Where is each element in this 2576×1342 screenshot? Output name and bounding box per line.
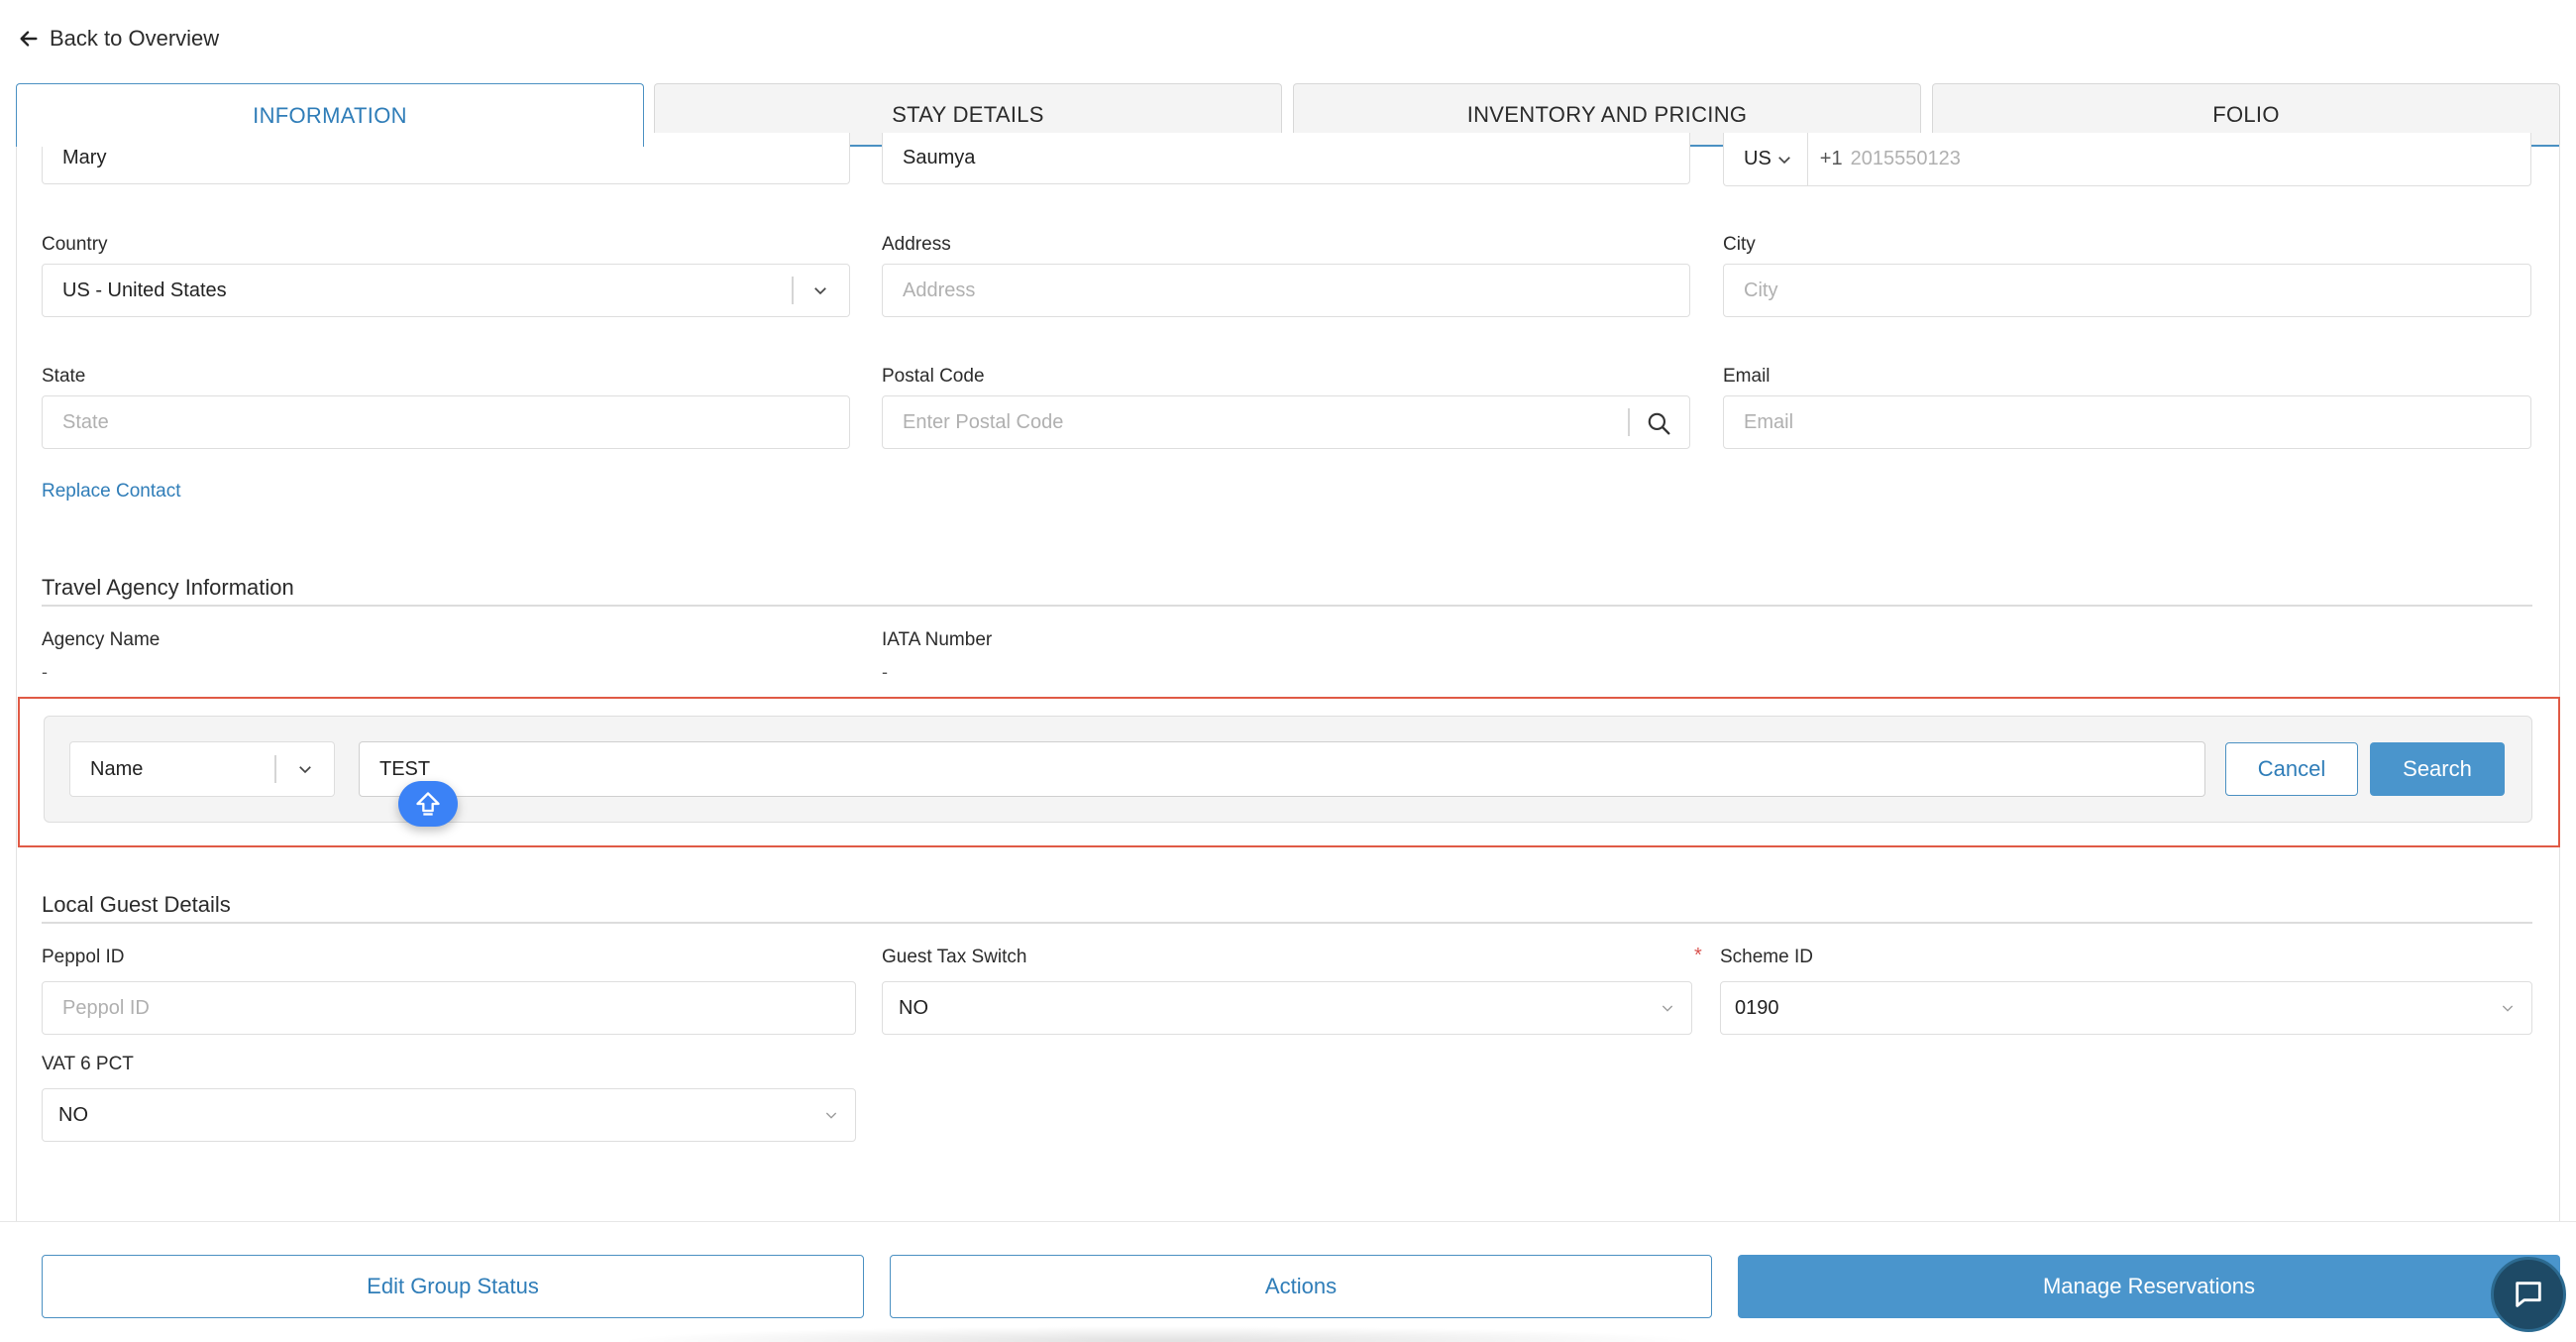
country-select[interactable]: US - United States (42, 264, 850, 317)
last-name-value: Saumya (903, 147, 976, 168)
phone-number-placeholder: 2015550123 (1850, 148, 1961, 169)
last-name-field[interactable]: Saumya (882, 133, 1690, 184)
state-label: State (42, 366, 86, 387)
manage-reservations-button[interactable]: Manage Reservations (1738, 1255, 2560, 1318)
address-label: Address (882, 234, 951, 255)
peppol-id-input[interactable]: Peppol ID (42, 981, 856, 1035)
input-divider (1628, 408, 1630, 436)
country-value: US - United States (62, 279, 227, 301)
first-name-value: Mary (62, 147, 107, 168)
local-guest-details-title: Local Guest Details (42, 892, 231, 917)
email-label: Email (1723, 366, 1771, 387)
email-input[interactable]: Email (1723, 395, 2531, 449)
guest-tax-switch-select[interactable]: NO (882, 981, 1692, 1035)
phone-country-code: US (1744, 148, 1771, 169)
city-input[interactable]: City (1723, 264, 2531, 317)
vat-6-pct-value: NO (58, 1103, 88, 1126)
agency-name-label: Agency Name (42, 629, 161, 650)
back-link-label: Back to Overview (50, 26, 220, 51)
scheme-id-select[interactable]: 0190 (1720, 981, 2532, 1035)
postal-code-placeholder: Enter Postal Code (903, 410, 1064, 433)
search-icon[interactable] (1646, 410, 1671, 436)
email-placeholder: Email (1744, 410, 1794, 433)
shift-key-badge[interactable] (398, 781, 458, 827)
edit-group-status-button[interactable]: Edit Group Status (42, 1255, 864, 1318)
guest-tax-switch-value: NO (899, 996, 928, 1019)
shift-arrow-icon (416, 792, 440, 816)
actions-button[interactable]: Actions (890, 1255, 1712, 1318)
scheme-id-label: Scheme ID (1720, 947, 1813, 967)
country-label: Country (42, 234, 108, 255)
search-button[interactable]: Search (2370, 742, 2505, 796)
chevron-down-icon (814, 287, 826, 295)
chat-icon (2516, 1282, 2541, 1307)
iata-number-label: IATA Number (882, 629, 993, 650)
city-label: City (1723, 234, 1756, 255)
iata-number-value: - (882, 662, 888, 682)
chevron-down-icon (1662, 1005, 1673, 1012)
vat-6-pct-select[interactable]: NO (42, 1088, 856, 1142)
agency-search-input[interactable]: TEST (359, 741, 2205, 797)
section-divider (42, 605, 2532, 607)
search-field-value: Name (90, 757, 144, 780)
agency-name-value: - (42, 662, 48, 682)
scheme-id-value: 0190 (1735, 996, 1779, 1019)
city-placeholder: City (1744, 279, 1778, 301)
chevron-down-icon (299, 766, 311, 774)
section-divider (42, 922, 2532, 924)
search-query-value: TEST (379, 757, 431, 780)
address-placeholder: Address (903, 279, 976, 301)
travel-agency-title: Travel Agency Information (42, 575, 294, 600)
phone-country-select[interactable]: US (1724, 133, 1808, 185)
chat-button[interactable] (2491, 1257, 2566, 1332)
phone-field[interactable]: US +1 2015550123 (1723, 133, 2531, 186)
postal-code-label: Postal Code (882, 366, 985, 387)
search-field-select[interactable]: Name (69, 741, 335, 797)
required-asterisk: * (1694, 945, 1702, 966)
back-arrow-icon (20, 31, 38, 47)
peppol-id-label: Peppol ID (42, 947, 125, 967)
vat-6-pct-label: VAT 6 PCT (42, 1054, 134, 1074)
state-input[interactable]: State (42, 395, 850, 449)
select-divider (274, 755, 276, 783)
chevron-down-icon (825, 1112, 837, 1119)
state-placeholder: State (62, 410, 109, 433)
chevron-down-icon (1777, 156, 1790, 164)
phone-dial-prefix: +1 (1819, 148, 1843, 169)
replace-contact-link[interactable]: Replace Contact (42, 481, 180, 503)
chevron-down-icon (2502, 1005, 2514, 1012)
back-to-overview-link[interactable]: Back to Overview (18, 26, 219, 52)
guest-tax-switch-label: Guest Tax Switch (882, 947, 1027, 967)
tab-information[interactable]: INFORMATION (16, 83, 644, 147)
postal-code-input[interactable]: Enter Postal Code (882, 395, 1690, 449)
cancel-button[interactable]: Cancel (2225, 742, 2358, 796)
peppol-id-placeholder: Peppol ID (62, 996, 150, 1019)
select-divider (792, 277, 794, 304)
address-input[interactable]: Address (882, 264, 1690, 317)
